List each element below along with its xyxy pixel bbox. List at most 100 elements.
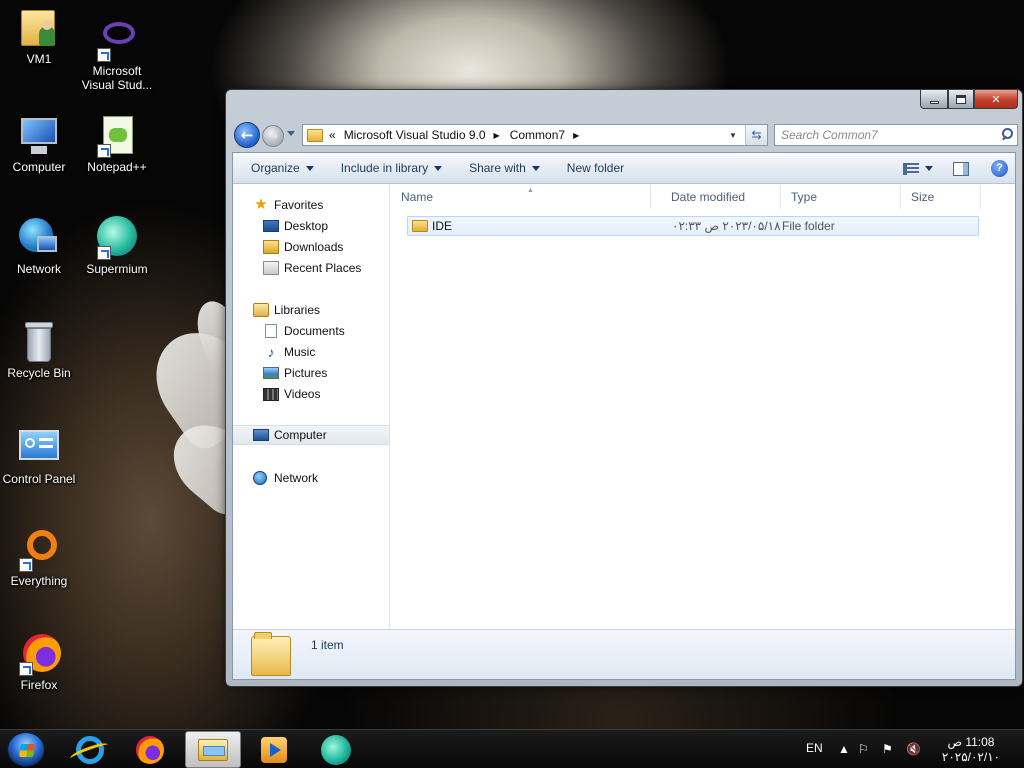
explorer-client-area: Organize Include in library Share with N… [232, 152, 1016, 680]
nav-downloads[interactable]: Downloads [233, 237, 389, 257]
chevron-down-icon: ▼ [729, 130, 737, 140]
nav-pictures[interactable]: Pictures [233, 363, 389, 383]
refresh-icon: ⇆ [751, 128, 762, 142]
nav-label: Pictures [284, 366, 328, 380]
taskbar-media-player[interactable] [246, 731, 302, 768]
desktop-icon [263, 220, 279, 232]
recent-pages-dropdown[interactable] [287, 131, 295, 136]
include-in-library-label: Include in library [340, 161, 429, 175]
desktop-icon-network[interactable]: Network [0, 216, 78, 276]
clock-date: ۲۰۲۵/۰۲/۱۰ [941, 750, 1001, 764]
search-placeholder: Search Common7 [781, 128, 878, 142]
nav-videos[interactable]: Videos [233, 384, 389, 404]
file-row[interactable]: IDE ۲۰۲۳/۰۵/۱۸ ص ۰۲:۳۳ File folder [407, 216, 979, 236]
desktop-icon-control-panel[interactable]: Control Panel [0, 426, 78, 486]
language-indicator[interactable]: EN [806, 741, 823, 755]
nav-music[interactable]: ♪ Music [233, 342, 389, 362]
nav-label: Recent Places [284, 261, 362, 275]
network-icon [253, 471, 267, 485]
user-folder-icon [17, 6, 61, 50]
forward-button[interactable]: → [262, 125, 284, 147]
star-icon: ★ [254, 196, 268, 213]
breadcrumb-overflow[interactable]: « [329, 128, 336, 142]
pictures-icon [263, 367, 279, 379]
taskbar-supermium[interactable] [308, 731, 364, 768]
breadcrumb-chevron-icon[interactable]: ▶ [494, 131, 500, 140]
nav-label: Documents [284, 324, 345, 338]
sort-ascending-icon: ▲ [527, 187, 534, 194]
show-hidden-icons-icon[interactable]: ▲ [838, 742, 850, 756]
firefox-icon [17, 632, 61, 676]
new-folder-label: New folder [566, 161, 625, 175]
desktop-icon-everything[interactable]: Everything [0, 528, 78, 588]
file-list: Name ▲ Date modified Type Size IDE ۲۰۲۳/… [391, 185, 1015, 629]
column-header-date-modified[interactable]: Date modified [661, 185, 781, 209]
nav-favorites[interactable]: ★ Favorites [233, 195, 389, 215]
desktop-icon-supermium[interactable]: Supermium [78, 216, 156, 276]
back-button[interactable]: ← [234, 122, 260, 148]
volume-muted-icon[interactable]: 🔇 [906, 742, 921, 756]
nav-label: Network [274, 471, 319, 485]
nav-recent-places[interactable]: Recent Places [233, 258, 389, 278]
taskbar-internet-explorer[interactable] [62, 731, 118, 768]
desktop-icon-notepad-plus-plus[interactable]: Notepad++ [78, 114, 156, 174]
navigation-pane: ★ Favorites Desktop Downloads Recent Plac… [233, 185, 390, 629]
shortcut-arrow-icon [97, 48, 111, 62]
help-icon[interactable]: ? [991, 160, 1008, 177]
taskbar: EN ▲ ⚐ ⚑ 🔇 11:08 ص ۲۰۲۵/۰۲/۱۰ [0, 729, 1024, 768]
breadcrumb-common7[interactable]: Common7 [510, 128, 565, 142]
address-history-dropdown[interactable]: ▼ [725, 125, 741, 145]
share-with-button[interactable]: Share with [460, 156, 549, 180]
desktop-icon-recycle-bin[interactable]: Recycle Bin [0, 320, 78, 380]
flag-icon[interactable]: ⚑ [882, 742, 893, 756]
nav-documents[interactable]: Documents [233, 321, 389, 341]
recycle-bin-icon [17, 320, 61, 364]
column-header-type[interactable]: Type [781, 185, 901, 209]
caret-down-icon [434, 166, 443, 172]
include-in-library-button[interactable]: Include in library [332, 156, 451, 180]
close-button[interactable]: ✕ [974, 90, 1018, 109]
visual-studio-icon [95, 18, 139, 62]
nav-libraries[interactable]: Libraries [233, 300, 389, 320]
minimize-icon [929, 100, 939, 104]
start-button[interactable] [7, 732, 45, 767]
taskbar-windows-explorer[interactable] [185, 731, 241, 768]
desktop-icon-visual-studio[interactable]: Microsoft Visual Stud... [78, 18, 156, 92]
music-note-icon: ♪ [267, 344, 275, 360]
explorer-window[interactable]: ✕ ← → « Microsoft Visual Studio 9.0 ▶ Co… [225, 89, 1023, 687]
desktop-icon-firefox[interactable]: Firefox [0, 632, 78, 692]
breadcrumb-chevron-icon[interactable]: ▶ [573, 131, 579, 140]
address-bar[interactable]: « Microsoft Visual Studio 9.0 ▶ Common7 … [302, 124, 768, 146]
control-panel-icon [17, 426, 61, 470]
documents-icon [265, 324, 277, 338]
preview-pane-icon[interactable] [953, 161, 969, 176]
change-view-icon[interactable] [903, 162, 919, 175]
desktop-icon-computer[interactable]: Computer [0, 114, 78, 174]
address-row: ← → « Microsoft Visual Studio 9.0 ▶ Comm… [232, 122, 1018, 148]
column-header-size[interactable]: Size [901, 185, 981, 209]
action-center-icon[interactable]: ⚐ [858, 742, 869, 756]
search-input[interactable]: Search Common7 [774, 124, 1018, 146]
view-options-dropdown[interactable] [925, 166, 933, 171]
nav-label: Music [284, 345, 316, 359]
search-icon[interactable] [1001, 128, 1013, 140]
clock[interactable]: 11:08 ص ۲۰۲۵/۰۲/۱۰ [938, 735, 1004, 765]
taskbar-firefox[interactable] [122, 731, 178, 768]
new-folder-button[interactable]: New folder [558, 156, 633, 180]
refresh-button[interactable]: ⇆ [745, 125, 767, 145]
maximize-button[interactable] [948, 90, 974, 109]
nav-computer[interactable]: Computer [233, 425, 389, 445]
nav-network[interactable]: Network [233, 468, 389, 488]
column-header-name[interactable]: Name [391, 185, 651, 209]
organize-button[interactable]: Organize [242, 156, 323, 180]
organize-label: Organize [251, 161, 300, 175]
everything-search-icon [17, 528, 61, 572]
nav-label: Downloads [284, 240, 344, 254]
libraries-icon [253, 303, 269, 317]
desktop-icon-vm1[interactable]: VM1 [0, 6, 78, 66]
back-arrow-icon: ← [240, 126, 254, 144]
nav-desktop[interactable]: Desktop [233, 216, 389, 236]
breadcrumb-microsoft-visual-studio[interactable]: Microsoft Visual Studio 9.0 [344, 128, 486, 142]
clock-time: 11:08 ص [947, 735, 995, 749]
minimize-button[interactable] [920, 90, 948, 109]
